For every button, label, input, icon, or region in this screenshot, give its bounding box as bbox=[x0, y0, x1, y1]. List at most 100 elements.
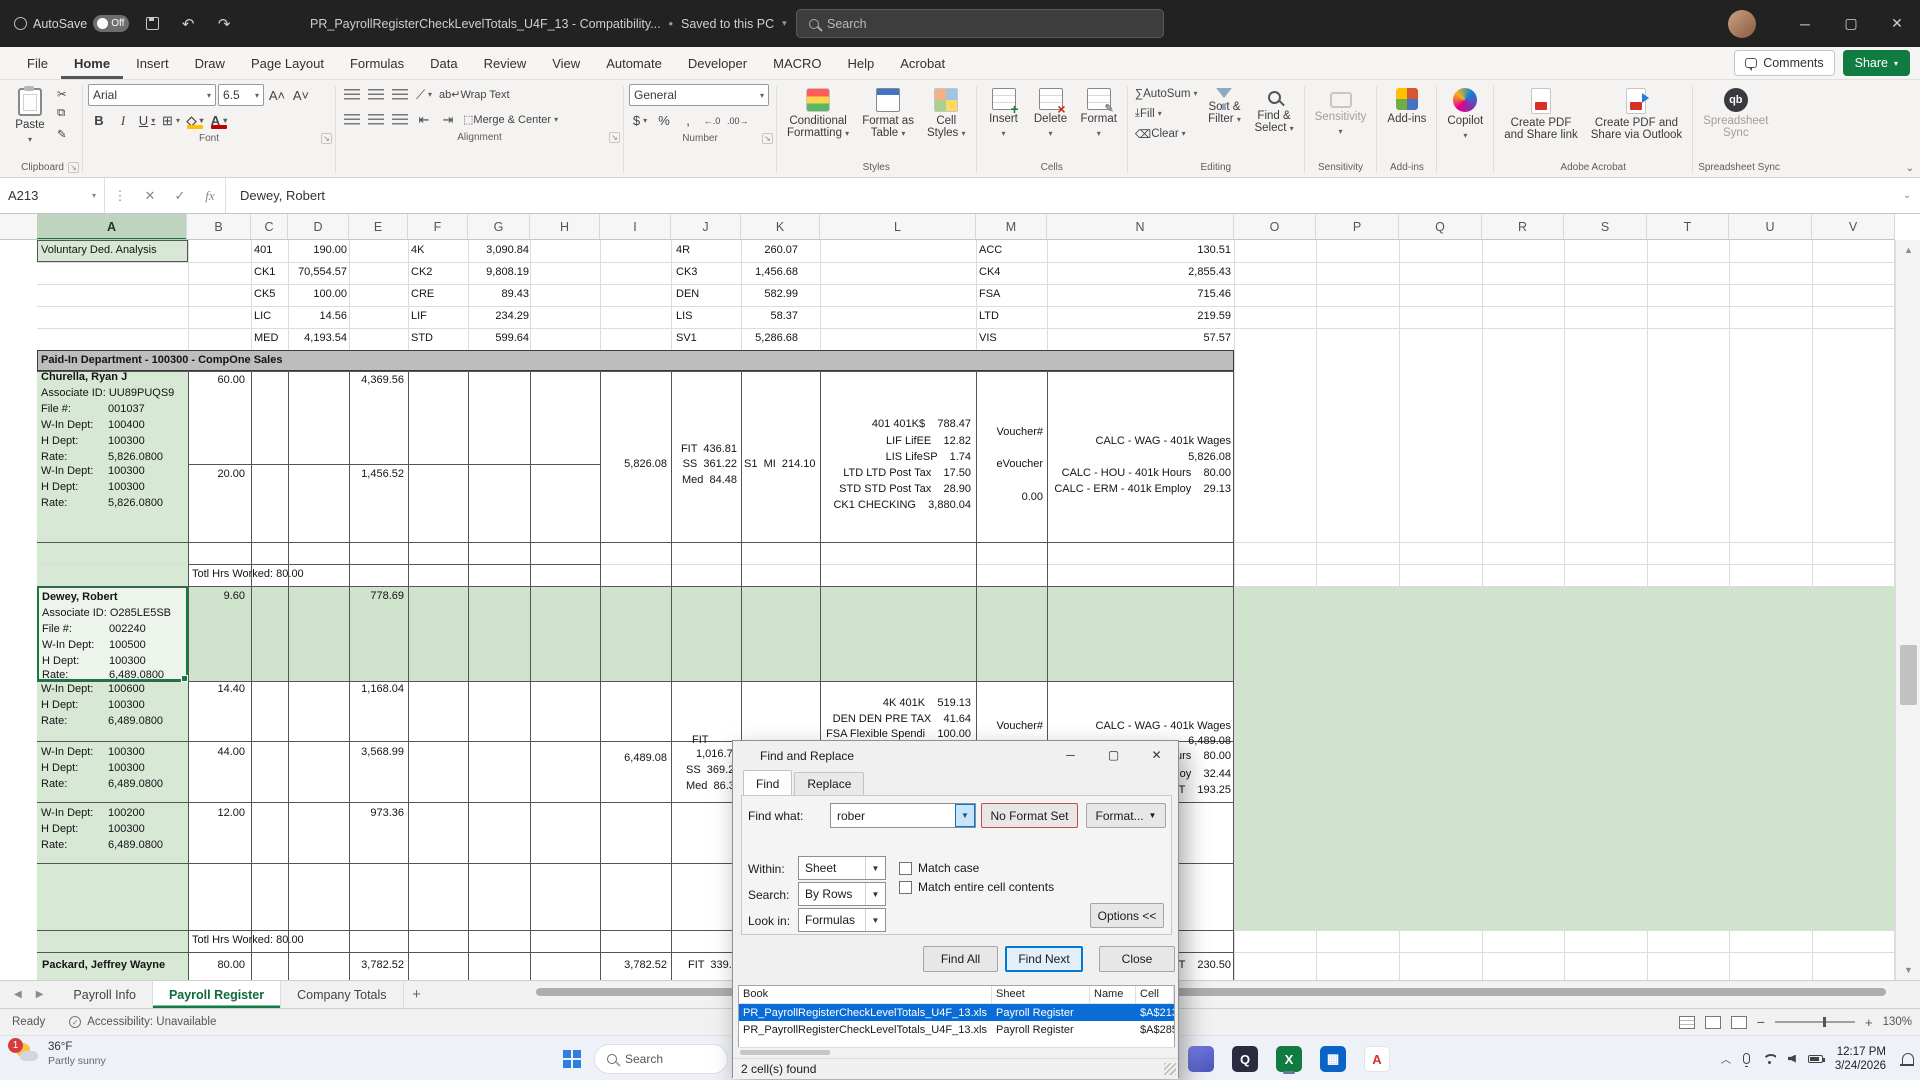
column-header-J[interactable]: J bbox=[671, 214, 741, 240]
ribbon-tab-file[interactable]: File bbox=[14, 47, 61, 79]
cancel-entry-icon[interactable]: ✕ bbox=[135, 178, 165, 213]
zoom-slider-thumb[interactable] bbox=[1823, 1017, 1826, 1027]
fill-button[interactable]: ⤓ Fill▾ bbox=[1133, 104, 1200, 123]
normal-view-icon[interactable] bbox=[1679, 1016, 1695, 1029]
match-case-box[interactable] bbox=[899, 862, 912, 875]
column-header-A[interactable]: A bbox=[37, 214, 187, 240]
match-entire-box[interactable] bbox=[899, 881, 912, 894]
column-header-I[interactable]: I bbox=[600, 214, 671, 240]
format-painter-button[interactable]: ✎ bbox=[55, 124, 77, 143]
dialog-minimize-button[interactable]: ─ bbox=[1049, 741, 1092, 769]
results-header-book[interactable]: Book bbox=[739, 986, 992, 1003]
find-result-row[interactable]: PR_PayrollRegisterCheckLevelTotals_U4F_1… bbox=[739, 1021, 1174, 1038]
wifi-icon[interactable] bbox=[1762, 1054, 1776, 1064]
save-button[interactable] bbox=[139, 11, 165, 37]
results-scroll-thumb[interactable] bbox=[740, 1050, 830, 1055]
start-button[interactable] bbox=[556, 1043, 588, 1075]
search-dropdown[interactable]: By Rows▼ bbox=[798, 882, 886, 906]
tray-expand-icon[interactable]: ︿ bbox=[1721, 1051, 1731, 1066]
copilot-button[interactable]: Copilot▾ bbox=[1442, 84, 1488, 143]
addins-button[interactable]: Add-ins bbox=[1382, 84, 1431, 126]
format-as-table-button[interactable]: Format asTable ▾ bbox=[857, 84, 919, 141]
taskbar-acrobat[interactable]: A bbox=[1361, 1043, 1393, 1075]
fill-handle[interactable] bbox=[181, 675, 188, 682]
font-size-combobox[interactable]: 6.5▾ bbox=[218, 84, 264, 106]
formula-menu-icon[interactable]: ⋮ bbox=[105, 178, 135, 213]
notifications-icon[interactable] bbox=[1902, 1053, 1914, 1064]
tab-find[interactable]: Find bbox=[743, 770, 792, 795]
weather-widget[interactable]: 1 36°FPartly sunny bbox=[6, 1038, 114, 1070]
formula-content[interactable]: Dewey, Robert bbox=[225, 178, 1894, 213]
find-what-dropdown-icon[interactable]: ▼ bbox=[955, 804, 975, 827]
column-header-R[interactable]: R bbox=[1482, 214, 1564, 240]
no-format-set-button[interactable]: No Format Set bbox=[981, 803, 1078, 828]
indent-button[interactable]: ⇤ bbox=[413, 109, 435, 130]
find-result-row[interactable]: PR_PayrollRegisterCheckLevelTotals_U4F_1… bbox=[739, 1004, 1174, 1021]
zoom-in-icon[interactable]: + bbox=[1865, 1015, 1873, 1030]
match-entire-checkbox[interactable]: Match entire cell contents bbox=[899, 880, 1054, 894]
decrease-decimal-button[interactable]: .00→ bbox=[725, 110, 751, 131]
tab-replace[interactable]: Replace bbox=[794, 772, 864, 797]
column-header-S[interactable]: S bbox=[1564, 214, 1647, 240]
bold-button[interactable]: B bbox=[88, 110, 110, 131]
wrap-text-button[interactable]: ab↵ Wrap Text bbox=[437, 84, 512, 105]
find-all-button[interactable]: Find All bbox=[923, 946, 998, 972]
sheet-tab-payroll-register[interactable]: Payroll Register bbox=[153, 981, 281, 1008]
font-family-combobox[interactable]: Arial▾ bbox=[88, 84, 216, 106]
taskbar-clock[interactable]: 12:17 PM3/24/2026 bbox=[1835, 1045, 1886, 1073]
delete-cells-button[interactable]: Delete▾ bbox=[1029, 84, 1073, 141]
find-what-input[interactable]: rober ▼ bbox=[830, 803, 976, 828]
search-dropdown-icon[interactable]: ▼ bbox=[865, 883, 885, 905]
vertical-scroll-thumb[interactable] bbox=[1900, 645, 1917, 705]
autosave-switch[interactable]: Off bbox=[93, 15, 129, 32]
create-pdf-share-outlook-button[interactable]: Create PDF andShare via Outlook bbox=[1586, 84, 1687, 142]
column-header-U[interactable]: U bbox=[1729, 214, 1812, 240]
ribbon-tab-view[interactable]: View bbox=[539, 47, 593, 79]
number-dialog-launcher[interactable]: ↘ bbox=[762, 133, 773, 144]
cut-button[interactable]: ✂ bbox=[55, 84, 77, 103]
taskbar-app-4[interactable]: ▦ bbox=[1317, 1043, 1349, 1075]
taskbar-app-1[interactable] bbox=[1185, 1043, 1217, 1075]
fill-color-button[interactable]: ◇▾ bbox=[184, 110, 206, 131]
ribbon-tab-page-layout[interactable]: Page Layout bbox=[238, 47, 337, 79]
ribbon-tab-developer[interactable]: Developer bbox=[675, 47, 760, 79]
share-button[interactable]: Share▾ bbox=[1843, 50, 1910, 76]
column-header-F[interactable]: F bbox=[408, 214, 468, 240]
comments-button[interactable]: Comments bbox=[1734, 50, 1834, 76]
minimize-button[interactable]: ─ bbox=[1782, 0, 1828, 47]
expand-formula-bar-icon[interactable]: ⌄ bbox=[1894, 178, 1920, 213]
sheet-nav-left-icon[interactable]: ◀ bbox=[14, 989, 22, 1000]
dialog-close-button[interactable]: ✕ bbox=[1135, 741, 1178, 769]
ribbon-tab-acrobat[interactable]: Acrobat bbox=[887, 47, 958, 79]
look-in-dropdown[interactable]: Formulas▼ bbox=[798, 908, 886, 932]
percent-button[interactable]: % bbox=[653, 110, 675, 131]
column-header-T[interactable]: T bbox=[1647, 214, 1729, 240]
currency-button[interactable]: $▾ bbox=[629, 110, 651, 131]
match-case-checkbox[interactable]: Match case bbox=[899, 861, 979, 875]
ribbon-tab-help[interactable]: Help bbox=[835, 47, 888, 79]
orientation-button[interactable]: ⟋▾ bbox=[413, 84, 435, 105]
column-header-V[interactable]: V bbox=[1812, 214, 1895, 240]
format-button[interactable]: Format...▼ bbox=[1086, 803, 1166, 828]
undo-button[interactable]: ↶ bbox=[175, 11, 201, 37]
alignment-dialog-launcher[interactable]: ↘ bbox=[609, 132, 620, 143]
accessibility-status[interactable]: ✓Accessibility: Unavailable bbox=[57, 1009, 228, 1035]
column-header-P[interactable]: P bbox=[1316, 214, 1399, 240]
dialog-resize-grip[interactable] bbox=[1164, 1063, 1176, 1075]
decrease-font-button[interactable]: A˅ bbox=[290, 85, 312, 106]
name-box[interactable]: A213▾ bbox=[0, 178, 105, 213]
align-top-button[interactable] bbox=[341, 84, 363, 105]
outdent-button[interactable]: ⇥ bbox=[437, 109, 459, 130]
align-center-button[interactable] bbox=[365, 109, 387, 130]
sheet-tab-company-totals[interactable]: Company Totals bbox=[281, 981, 403, 1008]
column-header-M[interactable]: M bbox=[976, 214, 1047, 240]
search-box[interactable]: Search bbox=[796, 9, 1164, 38]
create-pdf-share-link-button[interactable]: Create PDFand Share link bbox=[1499, 84, 1583, 142]
confirm-entry-icon[interactable]: ✓ bbox=[165, 178, 195, 213]
column-header-D[interactable]: D bbox=[288, 214, 349, 240]
battery-icon[interactable] bbox=[1808, 1055, 1823, 1063]
ribbon-tab-data[interactable]: Data bbox=[417, 47, 470, 79]
scroll-down-arrow[interactable]: ▼ bbox=[1896, 960, 1920, 980]
redo-button[interactable]: ↷ bbox=[211, 11, 237, 37]
zoom-level[interactable]: 130% bbox=[1883, 1016, 1912, 1028]
